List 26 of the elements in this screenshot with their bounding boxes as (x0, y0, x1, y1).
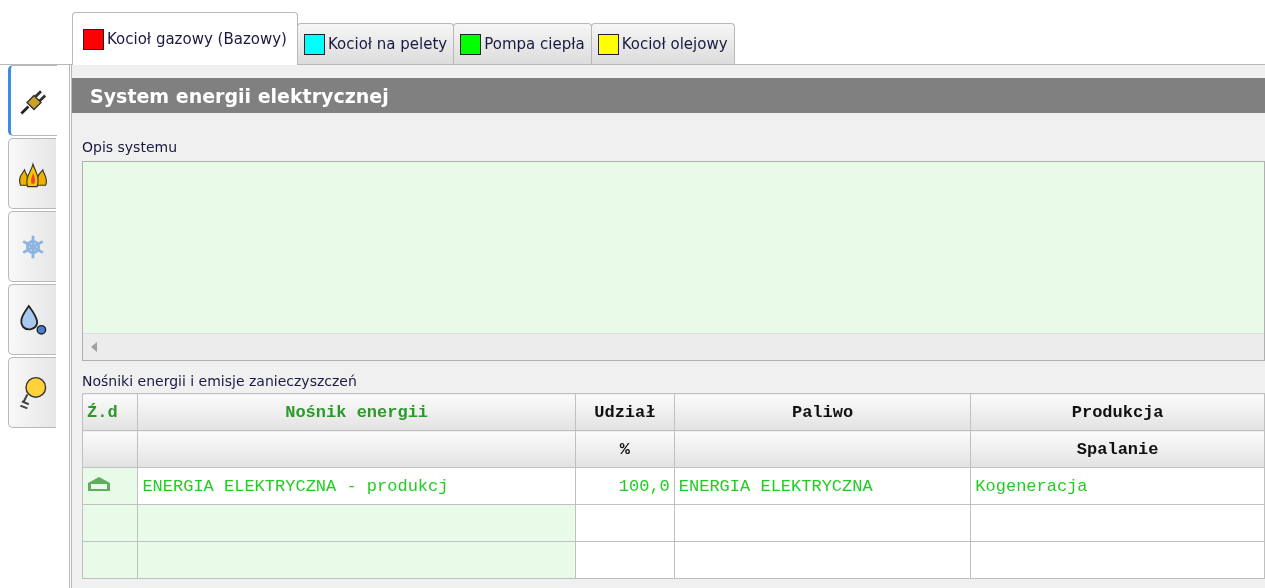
panel-title: System energii elektrycznej (72, 78, 1265, 113)
column-subheader: % (575, 430, 675, 468)
table-cell: Kogeneracja (970, 467, 1265, 505)
tab[interactable]: Kocioł na pelety (296, 23, 455, 64)
section-label: Nośniki energii i emisje zanieczyszczeń (82, 372, 358, 391)
table-cell: ENERGIA ELEKTRYCZNA (674, 467, 971, 505)
light-bulb-icon (17, 374, 48, 411)
side-tab[interactable] (8, 65, 57, 136)
tab[interactable]: Kocioł gazowy (Bazowy) (72, 12, 298, 65)
column-header: Paliwo (674, 393, 971, 431)
column-header: Ź.d (82, 393, 138, 431)
column-subheader: Spalanie (970, 430, 1265, 468)
field-label: Opis systemu (82, 138, 179, 157)
description-field[interactable] (82, 161, 1265, 361)
tab[interactable]: Pompa ciepła (453, 23, 592, 64)
column-header: Produkcja (970, 393, 1265, 431)
water-drops-icon (17, 302, 48, 337)
house-icon (87, 475, 111, 492)
table-cell: 100,0 (575, 467, 675, 505)
side-tab[interactable] (8, 284, 56, 355)
column-header: Udział (575, 393, 675, 431)
tab[interactable]: Kocioł olejowy (590, 23, 735, 64)
table-cell: ENERGIA ELEKTRYCZNA - produkcj (137, 467, 576, 505)
side-tab[interactable] (8, 138, 56, 209)
side-tab[interactable] (8, 357, 56, 428)
column-header: Nośnik energii (137, 393, 576, 431)
